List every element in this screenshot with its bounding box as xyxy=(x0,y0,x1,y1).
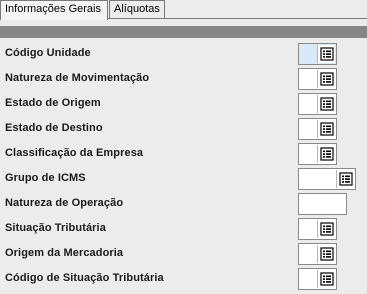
tab-informacoes-gerais[interactable]: Informações Gerais xyxy=(0,0,108,20)
tab-strip: Informações Gerais Alíquotas xyxy=(0,0,367,20)
classificacao-da-empresa-lookup-field[interactable] xyxy=(298,143,337,165)
field-row-grupo-de-icms: Grupo de ICMS xyxy=(0,168,367,192)
field-row-situacao-tributaria: Situação Tributária xyxy=(0,218,367,242)
tab-divider xyxy=(108,18,367,19)
list-lookup-icon[interactable] xyxy=(317,45,335,63)
field-label: Código de Situação Tributária xyxy=(5,272,164,284)
field-label: Estado de Destino xyxy=(5,122,103,134)
field-row-estado-de-destino: Estado de Destino xyxy=(0,118,367,142)
list-lookup-icon[interactable] xyxy=(317,95,335,113)
natureza-de-movimentacao-lookup-field[interactable] xyxy=(298,68,337,90)
field-row-codigo-unidade: Código Unidade xyxy=(0,43,367,67)
estado-de-origem-lookup-field[interactable] xyxy=(298,93,337,115)
natureza-de-operacao-input[interactable] xyxy=(298,193,347,215)
field-row-natureza-de-movimentacao: Natureza de Movimentação xyxy=(0,68,367,92)
field-row-codigo-de-situacao-tributaria: Código de Situação Tributária xyxy=(0,268,367,292)
estado-de-destino-lookup-field[interactable] xyxy=(298,118,337,140)
list-lookup-icon[interactable] xyxy=(317,120,335,138)
list-lookup-icon[interactable] xyxy=(317,70,335,88)
field-label: Código Unidade xyxy=(5,47,91,59)
field-label: Natureza de Operação xyxy=(5,197,124,209)
situacao-tributaria-lookup-field[interactable] xyxy=(298,218,337,240)
list-lookup-icon[interactable] xyxy=(317,245,335,263)
list-lookup-icon[interactable] xyxy=(317,145,335,163)
field-label: Natureza de Movimentação xyxy=(5,72,150,84)
list-lookup-icon[interactable] xyxy=(317,220,335,238)
field-label: Estado de Origem xyxy=(5,97,101,109)
list-lookup-icon[interactable] xyxy=(317,270,335,288)
field-label: Origem da Mercadoria xyxy=(5,247,124,259)
origem-da-mercadoria-lookup-field[interactable] xyxy=(298,243,337,265)
grupo-de-icms-lookup-field[interactable] xyxy=(298,168,356,190)
field-row-natureza-de-operacao: Natureza de Operação xyxy=(0,193,367,217)
codigo-de-situacao-tributaria-lookup-field[interactable] xyxy=(298,268,337,290)
codigo-unidade-lookup-field[interactable] xyxy=(298,43,337,65)
field-label: Situação Tributária xyxy=(5,222,106,234)
field-row-origem-da-mercadoria: Origem da Mercadoria xyxy=(0,243,367,267)
tab-aliquotas[interactable]: Alíquotas xyxy=(109,0,165,19)
field-row-classificacao-da-empresa: Classificação da Empresa xyxy=(0,143,367,167)
section-header-bar xyxy=(0,26,367,38)
field-label: Classificação da Empresa xyxy=(5,147,144,159)
list-lookup-icon[interactable] xyxy=(336,170,354,188)
field-row-estado-de-origem: Estado de Origem xyxy=(0,93,367,117)
field-label: Grupo de ICMS xyxy=(5,172,86,184)
